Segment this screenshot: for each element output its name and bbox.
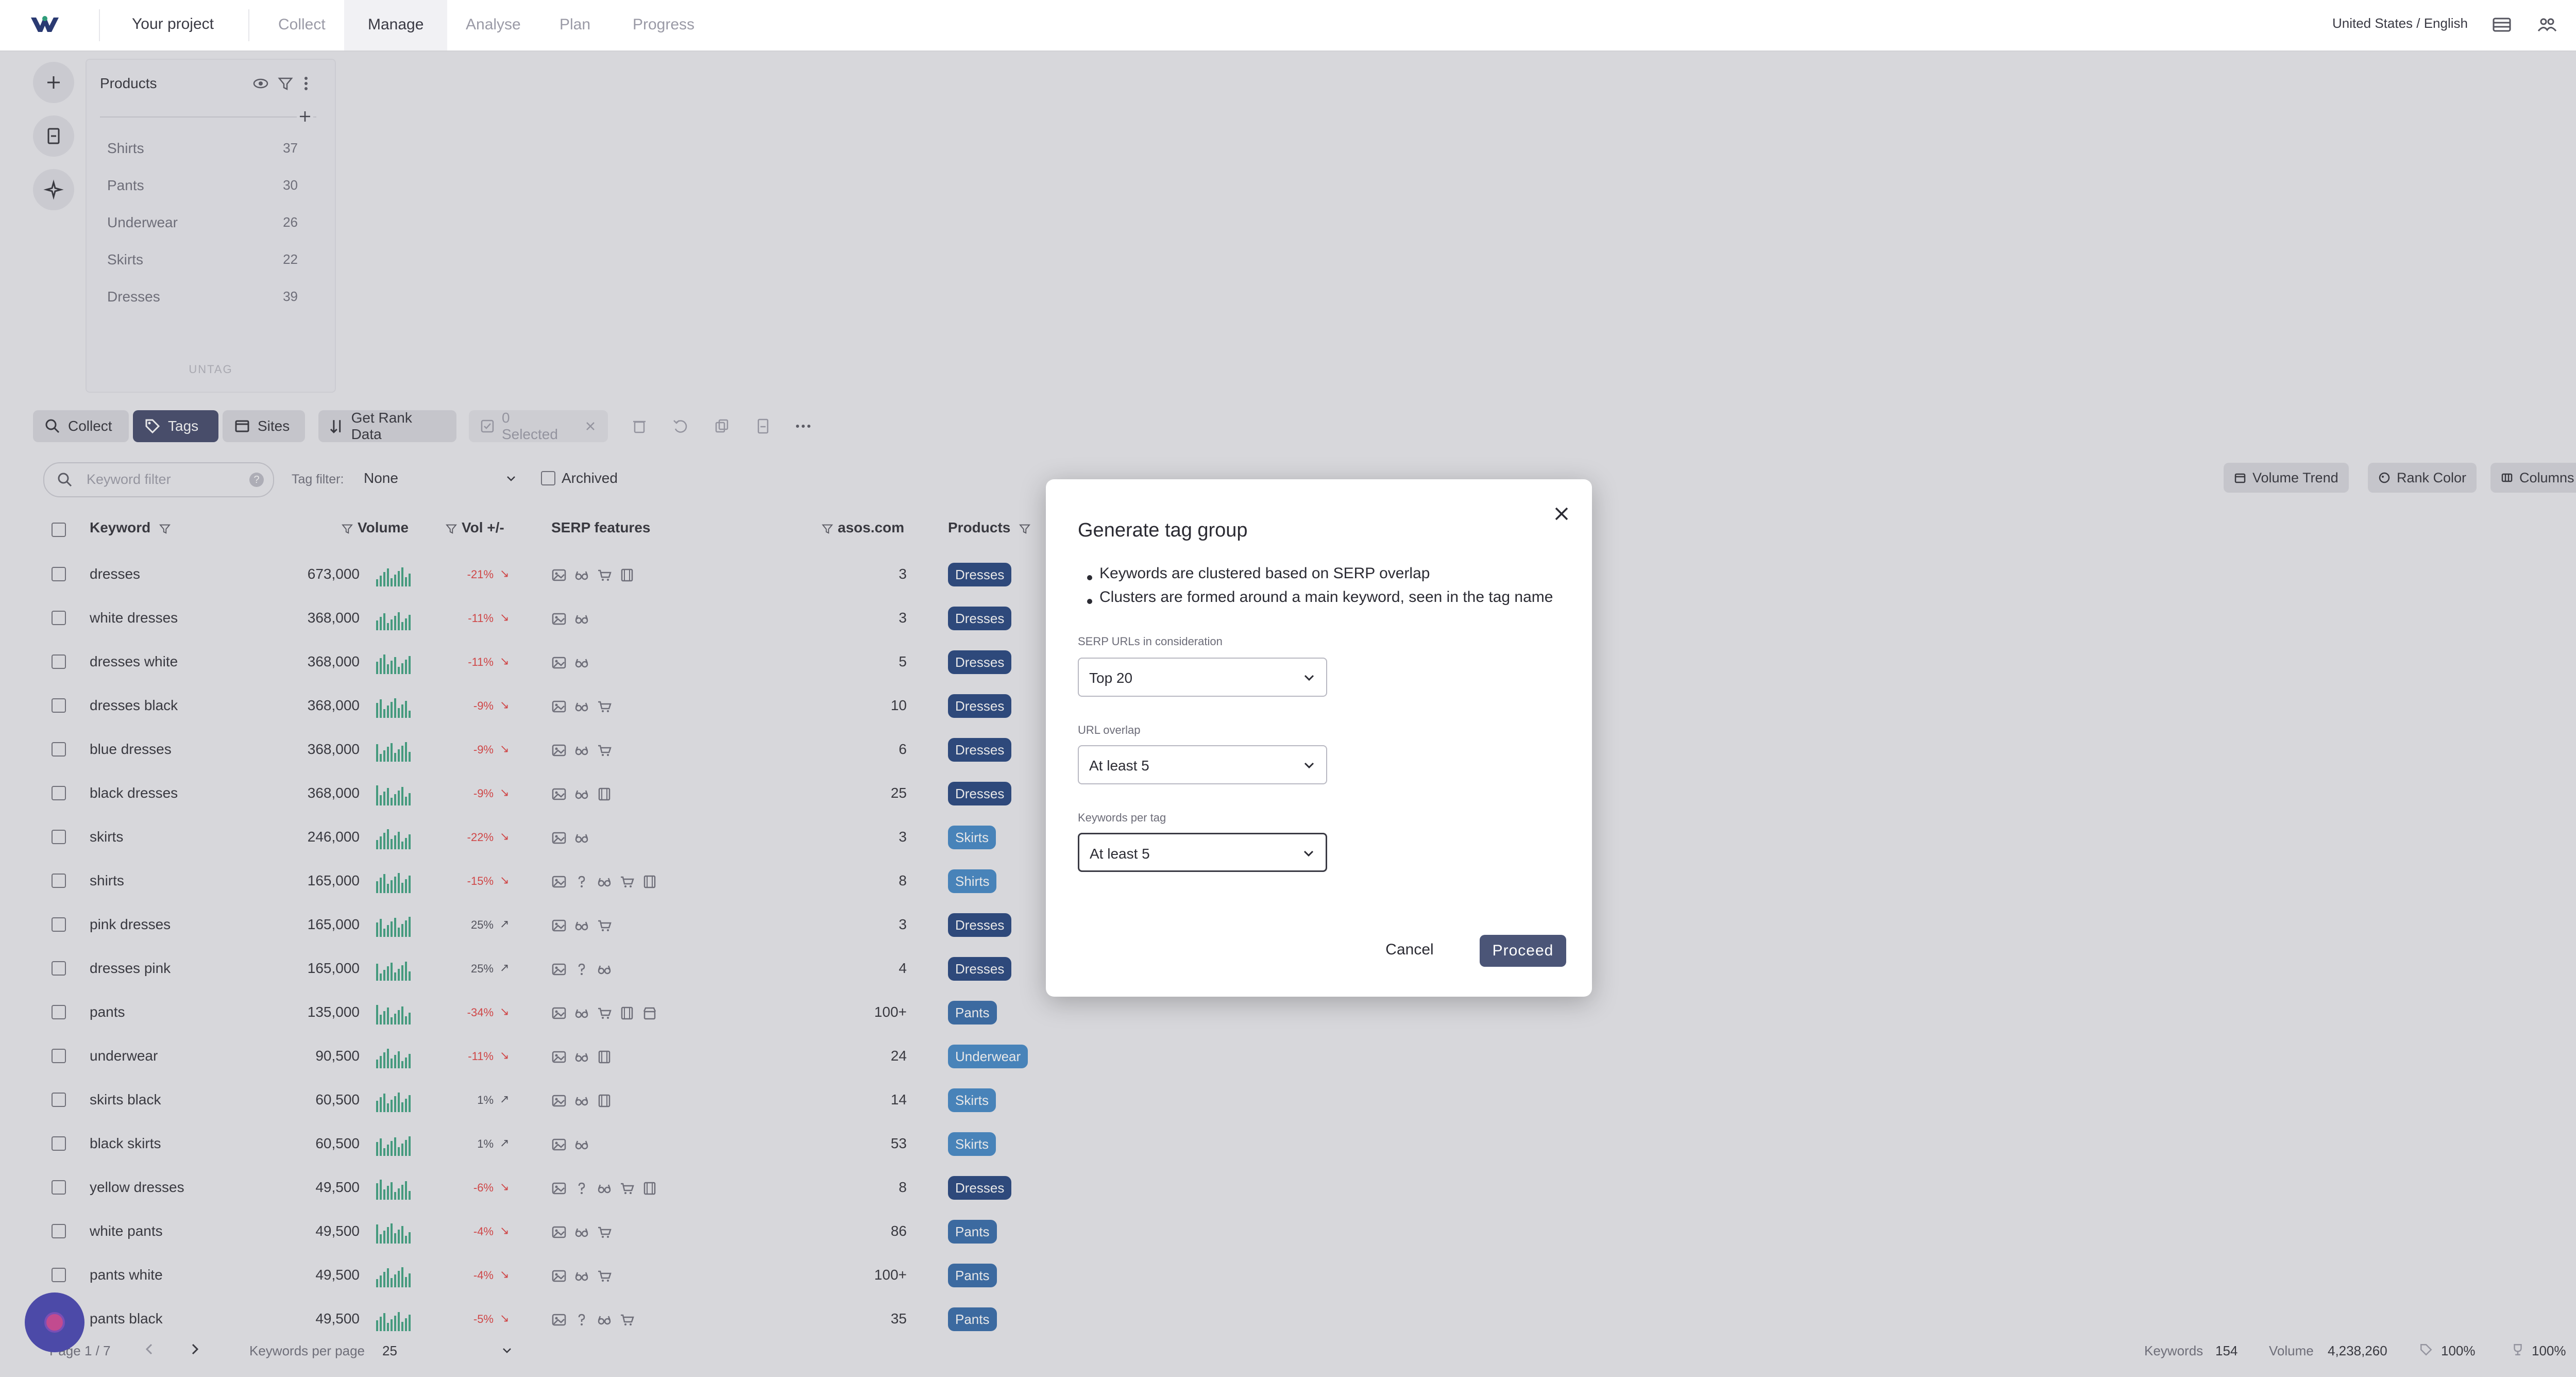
serp-urls-label: SERP URLs in consideration	[1078, 635, 1223, 648]
team-icon[interactable]	[2536, 13, 2558, 36]
dialog-bullet: Keywords are clustered based on SERP ove…	[1099, 565, 1430, 582]
chevron-down-icon	[1304, 675, 1314, 681]
keywords-per-tag-value: At least 5	[1090, 846, 1150, 862]
dialog-title: Generate tag group	[1078, 519, 1248, 541]
app-logo[interactable]	[30, 14, 60, 35]
nav-divider	[248, 9, 249, 41]
serp-urls-select[interactable]: Top 20	[1078, 658, 1327, 697]
cancel-button[interactable]: Cancel	[1379, 935, 1440, 965]
layout-icon[interactable]	[2490, 13, 2513, 36]
chat-launcher-button[interactable]	[25, 1292, 84, 1352]
url-overlap-label: URL overlap	[1078, 724, 1141, 736]
tab-collect[interactable]: Collect	[255, 0, 349, 51]
top-nav: Your project Collect Manage Analyse Plan…	[0, 0, 2576, 52]
locale-selector[interactable]: United States / English	[2332, 15, 2468, 31]
proceed-button[interactable]: Proceed	[1480, 935, 1566, 967]
serp-urls-value: Top 20	[1089, 670, 1133, 686]
tab-progress[interactable]: Progress	[609, 0, 718, 51]
tab-manage[interactable]: Manage	[344, 0, 448, 51]
project-name[interactable]: Your project	[132, 15, 214, 33]
nav-divider	[99, 9, 100, 41]
chevron-down-icon	[1303, 850, 1314, 857]
url-overlap-value: At least 5	[1089, 758, 1149, 774]
tab-analyse[interactable]: Analyse	[442, 0, 545, 51]
url-overlap-select[interactable]: At least 5	[1078, 745, 1327, 784]
generate-tag-group-dialog: Generate tag group Keywords are clustere…	[1046, 479, 1592, 997]
keywords-per-tag-label: Keywords per tag	[1078, 811, 1166, 824]
chat-icon	[44, 1312, 65, 1333]
keywords-per-tag-select[interactable]: At least 5	[1078, 833, 1327, 872]
dialog-bullet: Clusters are formed around a main keywor…	[1099, 589, 1553, 606]
chevron-down-icon	[1304, 762, 1314, 769]
close-icon[interactable]	[1550, 502, 1573, 526]
bullet-dot	[1087, 575, 1092, 580]
tab-plan[interactable]: Plan	[536, 0, 614, 51]
bullet-dot	[1087, 599, 1092, 604]
